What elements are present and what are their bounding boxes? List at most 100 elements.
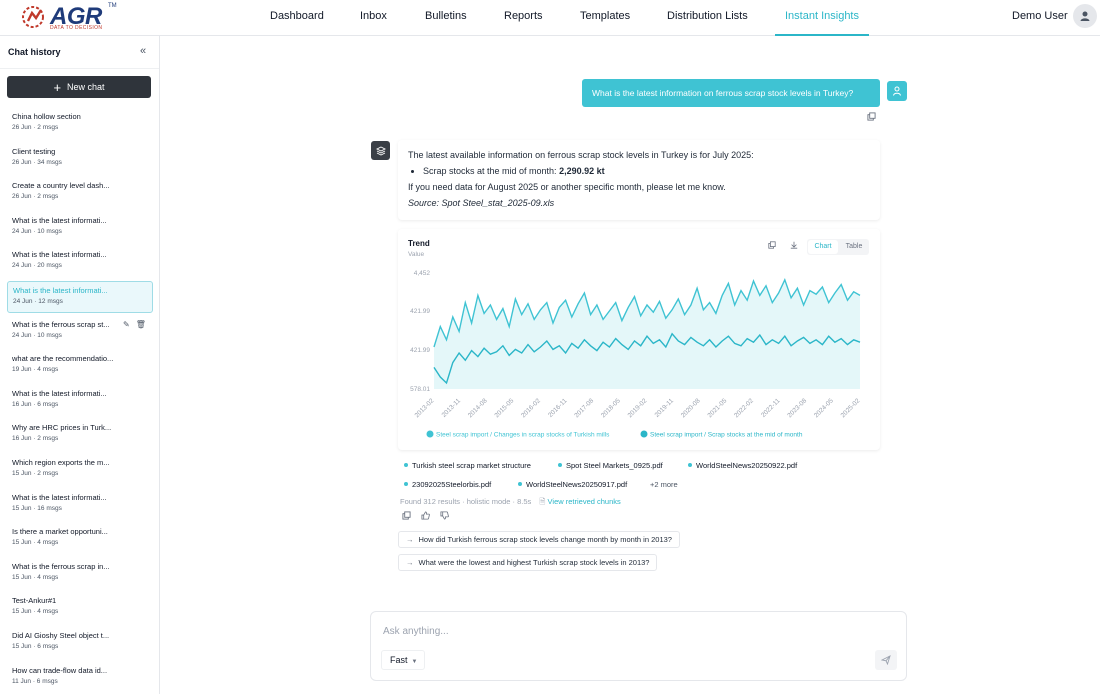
- chat-history-item[interactable]: What is the latest informati... 24 Jun · …: [7, 246, 153, 278]
- chat-history-meta: 16 Jun · 2 msgs: [12, 435, 59, 443]
- sidebar-divider: [0, 68, 159, 69]
- tab-table[interactable]: Table: [839, 239, 869, 255]
- source-chip-label: Spot Steel Markets_0925.pdf: [566, 460, 663, 470]
- mode-select[interactable]: Fast ▼: [381, 650, 425, 670]
- view-chunks-link[interactable]: View retrieved chunks: [548, 497, 621, 506]
- suggested-followup[interactable]: → What were the lowest and highest Turkis…: [398, 554, 658, 571]
- x-tick-label: 2016-02: [520, 397, 542, 419]
- source-chip-label: WorldSteelNews20250917.pdf: [526, 479, 628, 489]
- collapse-sidebar-icon[interactable]: «: [136, 44, 150, 58]
- chat-history-title: What is the latest informati...: [12, 215, 107, 225]
- chat-history-meta: 15 Jun · 4 msgs: [12, 608, 59, 616]
- chat-history-item[interactable]: What is the ferrous scrap st... 24 Jun · …: [7, 316, 153, 348]
- suggested-followup[interactable]: → How did Turkish ferrous scrap stock lev…: [398, 531, 680, 548]
- x-tick-label: 2015-05: [493, 397, 515, 419]
- y-tick-label: 578.01: [410, 386, 430, 393]
- x-tick-label: 2020-08: [680, 397, 702, 419]
- chat-history-item[interactable]: Test-Ankur#1 15 Jun · 4 msgs: [7, 592, 153, 624]
- source-dot-icon: [558, 463, 562, 467]
- source-chip[interactable]: 23092025Steelorbis.pdf: [404, 477, 491, 491]
- series-area: [434, 279, 860, 389]
- chart-y-label: Value: [408, 251, 425, 258]
- user-message-avatar: [887, 81, 907, 101]
- chat-history-item[interactable]: What is the latest informati... 15 Jun · …: [7, 489, 153, 521]
- x-tick-label: 2021-05: [706, 397, 728, 419]
- send-button[interactable]: [875, 650, 897, 670]
- chevron-down-icon: ▼: [411, 659, 418, 665]
- chat-input[interactable]: [383, 622, 883, 640]
- user-name[interactable]: Demo User: [1012, 0, 1068, 32]
- chat-history-item[interactable]: Why are HRC prices in Turk... 16 Jun · 2 …: [7, 419, 153, 451]
- chat-history-item[interactable]: What is the latest informati... 24 Jun · …: [7, 212, 153, 244]
- edit-icon[interactable]: ✎: [123, 320, 130, 329]
- chat-history-item[interactable]: What is the latest informati... 24 Jun · …: [7, 281, 153, 313]
- chat-history-meta: 24 Jun · 10 msgs: [12, 331, 62, 339]
- source-chip[interactable]: Spot Steel Markets_0925.pdf: [558, 458, 663, 472]
- y-tick-label: 4,452: [414, 270, 431, 277]
- chat-history-title: What is the ferrous scrap in...: [12, 561, 110, 571]
- copy-answer-icon[interactable]: [402, 511, 411, 520]
- chat-history-meta: 24 Jun · 10 msgs: [12, 227, 62, 235]
- more-sources-button[interactable]: +2 more: [650, 477, 678, 491]
- tab-chart[interactable]: Chart: [808, 240, 838, 254]
- chat-history-title: What is the latest informati...: [12, 388, 107, 398]
- chat-history-meta: 11 Jun · 6 msgs: [12, 677, 58, 685]
- source-chip[interactable]: WorldSteelNews20250922.pdf: [688, 458, 797, 472]
- chat-history-meta: 15 Jun · 16 msgs: [12, 504, 62, 512]
- chat-history-item[interactable]: Client testing 26 Jun · 34 msgs: [7, 143, 153, 175]
- x-tick-label: 2024-05: [813, 397, 835, 419]
- nav-reports[interactable]: Reports: [504, 0, 543, 36]
- chat-history-meta: 26 Jun · 2 msgs: [12, 124, 59, 131]
- chat-history-item[interactable]: What is the ferrous scrap in... 15 Jun · …: [7, 558, 153, 590]
- x-tick-label: 2022-11: [760, 397, 782, 419]
- source-chip[interactable]: WorldSteelNews20250917.pdf: [518, 477, 627, 491]
- new-chat-button[interactable]: + New chat: [7, 76, 151, 98]
- x-tick-label: 2025-02: [840, 397, 862, 419]
- answer-followup-text: If you need data for August 2025 or anot…: [408, 182, 726, 192]
- chat-history-item[interactable]: Which region exports the m... 15 Jun · 2 …: [7, 454, 153, 486]
- chat-history-meta: 15 Jun · 4 msgs: [12, 573, 59, 581]
- followup-label: How did Turkish ferrous scrap stock leve…: [418, 535, 672, 544]
- download-icon[interactable]: [790, 241, 798, 249]
- result-meta-text: Found 312 results · holistic mode · 8.5s: [400, 497, 532, 506]
- chat-history-item[interactable]: China hollow section 26 Jun · 2 msgs: [7, 108, 153, 140]
- x-tick-label: 2019-11: [654, 397, 676, 419]
- document-icon: 🗎: [539, 497, 546, 506]
- copy-message-icon[interactable]: [867, 112, 876, 121]
- legend-marker: [426, 430, 434, 438]
- chat-history-item[interactable]: Is there a market opportuni... 15 Jun · 4…: [7, 523, 153, 555]
- nav-templates[interactable]: Templates: [580, 0, 630, 36]
- thumbs-up-icon[interactable]: [421, 511, 430, 520]
- x-tick-label: 2022-02: [733, 397, 755, 419]
- layers-icon: [375, 145, 386, 156]
- chat-history-item[interactable]: what are the recommendatio... 19 Jun · 4 …: [7, 350, 153, 382]
- trash-icon[interactable]: 🗑: [136, 320, 146, 329]
- answer-source: Source: Spot Steel_stat_2025-09.xls: [408, 198, 555, 208]
- brand-logo[interactable]: AGR TM DATA TO DECISION: [20, 2, 120, 32]
- nav-bulletins[interactable]: Bulletins: [425, 0, 467, 36]
- chat-history-meta: 24 Jun · 12 msgs: [13, 298, 63, 305]
- nav-inbox[interactable]: Inbox: [360, 0, 387, 36]
- copy-chart-icon[interactable]: [768, 241, 776, 249]
- source-chip-label: Turkish steel scrap market structure: [412, 460, 531, 470]
- nav-dashboard[interactable]: Dashboard: [270, 0, 324, 36]
- source-dot-icon: [688, 463, 692, 467]
- answer-bullet: Scrap stocks at the mid of month: 2,290.…: [423, 166, 870, 176]
- chat-history-title: Why are HRC prices in Turk...: [12, 423, 112, 433]
- nav-distribution-lists[interactable]: Distribution Lists: [667, 0, 748, 36]
- thumbs-down-icon[interactable]: [440, 511, 449, 520]
- x-tick-label: 2014-08: [467, 397, 489, 419]
- chat-history-item[interactable]: How can trade-flow data id... 11 Jun · 6 …: [7, 662, 153, 694]
- chat-history-title: China hollow section: [12, 112, 81, 121]
- chat-history-title: Create a country level dash...: [12, 181, 110, 191]
- y-tick-label: 421.99: [410, 308, 430, 315]
- chat-history-item[interactable]: Create a country level dash... 26 Jun · 2…: [7, 177, 153, 209]
- chat-history-title: Did AI Gioshy Steel object t...: [12, 631, 110, 640]
- nav-instant-insights[interactable]: Instant Insights: [775, 0, 869, 36]
- chat-history-meta: 15 Jun · 6 msgs: [12, 643, 59, 650]
- x-tick-label: 2018-05: [600, 397, 622, 419]
- avatar[interactable]: [1073, 4, 1097, 28]
- source-chip[interactable]: Turkish steel scrap market structure: [404, 458, 531, 472]
- chat-history-item[interactable]: Did AI Gioshy Steel object t... 15 Jun · …: [7, 627, 153, 659]
- chat-history-item[interactable]: What is the latest informati... 16 Jun · …: [7, 385, 153, 417]
